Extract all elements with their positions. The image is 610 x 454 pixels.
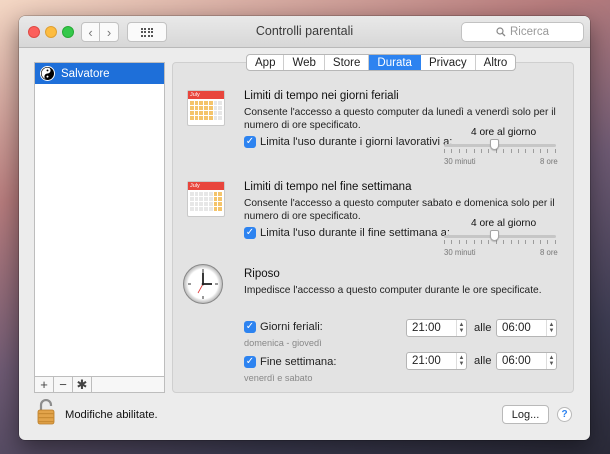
minimize-window-button[interactable] <box>45 26 57 38</box>
user-list: Salvatore <box>34 62 165 393</box>
weekend-hours-slider[interactable] <box>444 224 556 248</box>
user-name: Salvatore <box>61 67 110 80</box>
zoom-window-button[interactable] <box>62 26 74 38</box>
weekend-limits-title: Limiti di tempo nel fine settimana <box>244 181 412 193</box>
tab-web[interactable]: Web <box>284 55 325 70</box>
slider-track <box>444 144 556 147</box>
bedtime-weekend-sublabel: venerdì e sabato <box>244 373 313 383</box>
bedtime-description: Impedisce l'accesso a questo computer du… <box>244 285 542 296</box>
bedtime-weekend-checkbox-row[interactable]: ✓ Fine settimana: <box>244 356 336 368</box>
time-stepper[interactable]: ▲ ▼ <box>456 320 466 336</box>
bedtime-weekend-checkbox[interactable]: ✓ <box>244 356 256 368</box>
weekend-start-time: 21:00 <box>412 355 441 367</box>
time-stepper[interactable]: ▲ ▼ <box>546 353 556 369</box>
user-list-item[interactable]: Salvatore <box>35 63 164 84</box>
weekday-slider-max: 8 ore <box>540 157 558 166</box>
tab-app[interactable]: App <box>247 55 285 70</box>
weekend-slider-max: 8 ore <box>540 248 558 257</box>
time-stepper[interactable]: ▲ ▼ <box>546 320 556 336</box>
lock-icon[interactable] <box>37 398 55 425</box>
titlebar: ‹ › Controlli parentali Ricerca <box>19 16 590 48</box>
weekday-limits-title: Limiti di tempo nei giorni feriali <box>244 90 399 102</box>
bedtime-weeknights-checkbox[interactable]: ✓ <box>244 321 256 333</box>
gear-icon: ✱ <box>76 376 88 392</box>
add-user-button[interactable]: + <box>35 377 54 392</box>
slider-thumb[interactable] <box>490 230 500 241</box>
weekend-end-time: 06:00 <box>502 355 531 367</box>
help-icon: ? <box>561 409 568 420</box>
weekend-limit-label: Limita l'uso durante il fine settimana a… <box>260 227 450 239</box>
weekend-end-time-field[interactable]: 06:00 ▲ ▼ <box>496 352 557 370</box>
help-button[interactable]: ? <box>557 407 572 422</box>
search-placeholder: Ricerca <box>510 26 549 38</box>
weekend-limit-checkbox[interactable]: ✓ <box>244 227 256 239</box>
weekday-limit-checkbox[interactable]: ✓ <box>244 136 256 148</box>
show-all-button[interactable] <box>127 22 167 42</box>
calendar-grid <box>188 99 224 122</box>
time-stepper[interactable]: ▲ ▼ <box>456 353 466 369</box>
bedtime-weeknights-checkbox-row[interactable]: ✓ Giorni feriali: <box>244 321 323 333</box>
weekend-slider-min: 30 minuti <box>444 248 476 257</box>
tab-bar: App Web Store Durata Privacy Altro <box>246 54 517 71</box>
log-button[interactable]: Log... <box>502 405 549 424</box>
tab-altro[interactable]: Altro <box>476 55 516 70</box>
weekday-hours-slider[interactable] <box>444 133 556 157</box>
weekday-slider-min: 30 minuti <box>444 157 476 166</box>
tab-durata[interactable]: Durata <box>369 55 421 70</box>
weeknights-alle-label: alle <box>474 322 492 334</box>
weekend-limit-checkbox-row[interactable]: ✓ Limita l'uso durante il fine settimana… <box>244 227 450 239</box>
chevron-down-icon: ▼ <box>548 328 555 334</box>
search-icon <box>496 27 506 37</box>
weeknights-start-time: 21:00 <box>412 322 441 334</box>
slider-ticks <box>444 240 556 244</box>
slider-ticks <box>444 149 556 153</box>
yin-yang-avatar-icon <box>40 66 55 81</box>
chevron-left-icon: ‹ <box>88 24 93 40</box>
weekday-limit-checkbox-row[interactable]: ✓ Limita l'uso durante i giorni lavorati… <box>244 136 452 148</box>
weeknights-end-time-field[interactable]: 06:00 ▲ ▼ <box>496 319 557 337</box>
slider-track <box>444 235 556 238</box>
tab-store[interactable]: Store <box>325 55 370 70</box>
weeknights-end-time: 06:00 <box>502 322 531 334</box>
weeknights-start-time-field[interactable]: 21:00 ▲ ▼ <box>406 319 467 337</box>
parental-controls-window: ‹ › Controlli parentali Ricerca Salvator… <box>19 16 590 440</box>
weekday-calendar-icon: July <box>187 90 225 126</box>
remove-user-button[interactable]: − <box>54 377 73 392</box>
back-button[interactable]: ‹ <box>81 22 100 42</box>
search-field[interactable]: Ricerca <box>461 22 584 42</box>
weekend-alle-label: alle <box>474 355 492 367</box>
bedtime-weeknights-label: Giorni feriali: <box>260 321 323 333</box>
clock-icon <box>183 264 223 304</box>
chevron-right-icon: › <box>106 24 112 40</box>
bedtime-weeknights-sublabel: domenica - giovedì <box>244 338 322 348</box>
weekend-start-time-field[interactable]: 21:00 ▲ ▼ <box>406 352 467 370</box>
forward-button[interactable]: › <box>100 22 119 42</box>
chevron-down-icon: ▼ <box>548 361 555 367</box>
close-window-button[interactable] <box>28 26 40 38</box>
action-menu-button[interactable]: ✱ <box>73 377 92 392</box>
slider-thumb[interactable] <box>490 139 500 150</box>
calendar-grid <box>188 190 224 213</box>
tab-privacy[interactable]: Privacy <box>421 55 476 70</box>
chevron-down-icon: ▼ <box>458 361 465 367</box>
user-list-toolbar: + − ✱ <box>34 376 165 393</box>
grid-icon <box>140 27 154 37</box>
bedtime-title: Riposo <box>244 268 280 280</box>
weekend-calendar-icon: July <box>187 181 225 217</box>
weekday-limit-label: Limita l'uso durante i giorni lavorativi… <box>260 136 453 148</box>
plus-icon: + <box>40 377 48 392</box>
minus-icon: − <box>59 377 67 392</box>
lock-status-text: Modifiche abilitate. <box>65 409 158 421</box>
chevron-down-icon: ▼ <box>458 328 465 334</box>
bedtime-weekend-label: Fine settimana: <box>260 356 337 368</box>
